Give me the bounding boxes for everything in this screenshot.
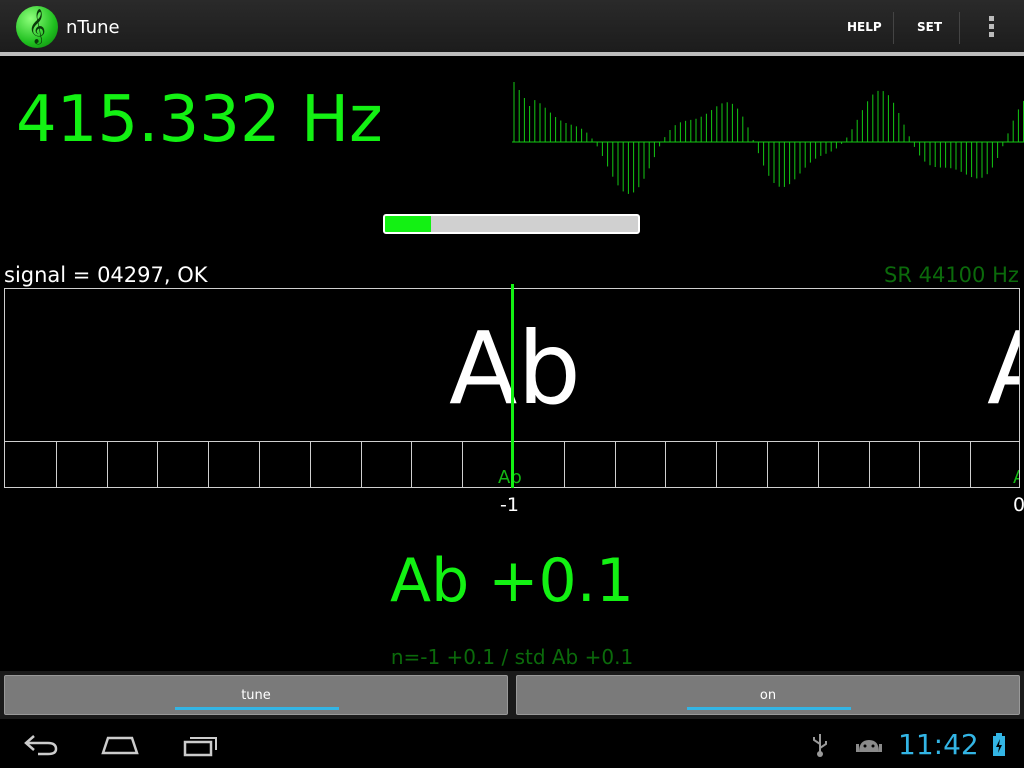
actionbar-divider	[893, 12, 894, 44]
ruler-tick	[309, 442, 311, 487]
ruler-note-label: A	[1013, 467, 1019, 487]
home-icon[interactable]	[100, 733, 140, 757]
signal-status: signal = 04297, OK	[4, 263, 208, 287]
frequency-readout: 415.332 Hz	[16, 83, 383, 157]
treble-clef-icon[interactable]: 𝄞	[16, 6, 58, 48]
status-clock: 11:42	[898, 728, 979, 761]
signal-level-bar	[383, 214, 640, 234]
on-button-label: on	[759, 688, 777, 703]
back-icon[interactable]	[22, 732, 60, 758]
on-button[interactable]: on	[516, 675, 1020, 715]
ruler-tick	[55, 442, 57, 487]
ruler-tick	[767, 442, 768, 487]
overflow-menu-icon[interactable]	[981, 14, 1001, 42]
sample-rate: SR 44100 Hz	[884, 263, 1019, 287]
ruler-tick	[462, 442, 464, 487]
ruler-tick	[157, 442, 159, 487]
ruler-tick	[411, 442, 413, 487]
ruler-tick	[868, 442, 870, 487]
next-note-large: A	[987, 309, 1019, 429]
tuning-needle	[511, 284, 514, 488]
ruler-number: -1	[500, 494, 519, 516]
ruler-number: 0	[1013, 494, 1024, 516]
ruler-tick	[208, 442, 210, 487]
ruler-tick	[360, 442, 362, 487]
note-deviation: Ab +0.1	[390, 546, 634, 616]
recent-apps-icon[interactable]	[182, 733, 220, 757]
ruler-tick	[716, 442, 718, 487]
waveform-display	[512, 82, 1024, 194]
usb-icon	[813, 734, 827, 757]
note-detail: n=-1 +0.1 / std Ab +0.1	[390, 645, 634, 669]
android-debug-icon	[856, 740, 882, 752]
ruler-tick	[919, 442, 921, 487]
battery-charging-icon	[993, 733, 1005, 756]
action-bar: 𝄞 nTune HELP SET	[0, 0, 1024, 56]
app-title: nTune	[66, 17, 120, 38]
tune-button-indicator	[175, 707, 339, 710]
ruler-tick	[259, 442, 260, 487]
tune-button-label: tune	[241, 688, 271, 703]
waveform-bars	[513, 82, 1024, 194]
tune-button[interactable]: tune	[4, 675, 508, 715]
ruler-note-label: Ab	[498, 467, 522, 488]
button-row: tune on	[0, 671, 1024, 719]
set-button[interactable]: SET	[917, 20, 942, 34]
ruler-tick	[563, 442, 565, 487]
on-button-indicator	[687, 707, 851, 710]
current-note-large: Ab	[449, 310, 581, 427]
help-button[interactable]: HELP	[847, 20, 882, 34]
ruler-tick	[665, 442, 667, 487]
signal-level-fill	[385, 216, 431, 232]
ruler-tick	[970, 442, 972, 487]
ruler-tick	[614, 442, 616, 487]
ruler-tick	[817, 442, 819, 487]
ruler-tick	[106, 442, 108, 487]
actionbar-divider	[959, 12, 960, 44]
